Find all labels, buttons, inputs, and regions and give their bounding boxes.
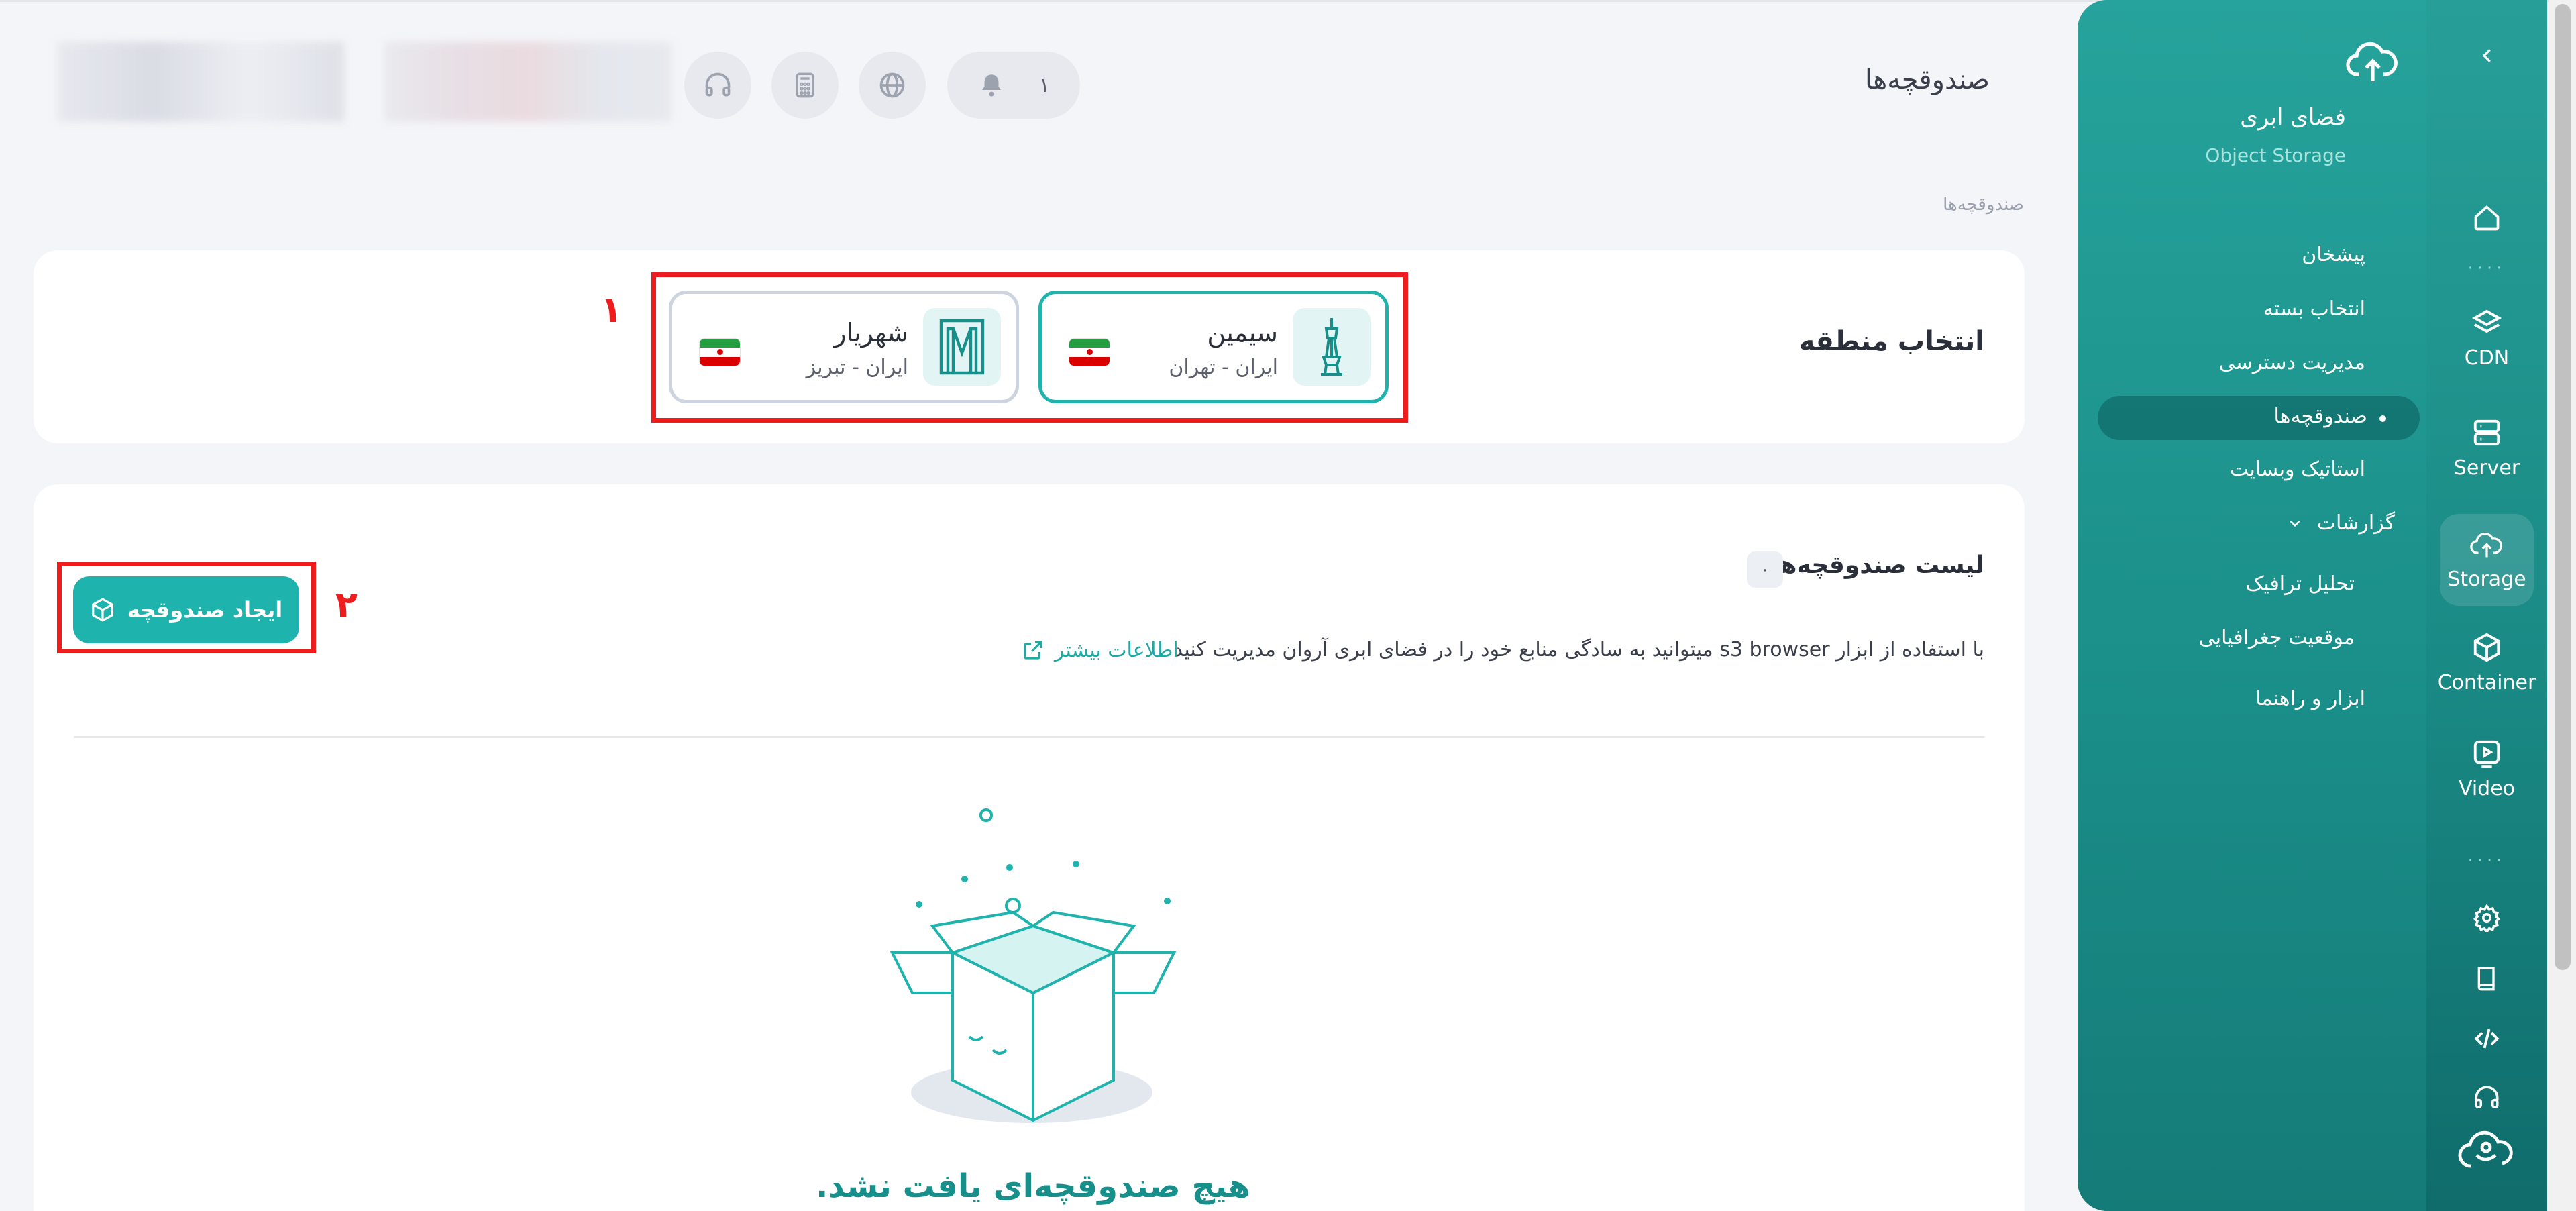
list-divider [74, 736, 1984, 738]
notifications-button[interactable]: ۱ [947, 52, 1080, 119]
container-icon [2473, 633, 2500, 662]
nav-traffic-analysis[interactable]: تحلیل ترافیک [2246, 572, 2355, 596]
rail-separator: ···· [2467, 851, 2506, 871]
nav-buckets-label: صندوقچه‌ها [2273, 405, 2367, 428]
box-icon [91, 598, 113, 622]
support-button[interactable] [684, 52, 751, 119]
annotation-1: ۱ [600, 288, 623, 331]
nav-tools-guide[interactable]: ابزار و راهنما [2255, 687, 2365, 710]
empty-message: هیچ صندوقچه‌ای یافت نشد. [816, 1167, 1250, 1205]
server-icon [2473, 419, 2500, 446]
headset-icon [705, 72, 731, 97]
rail-video-label: Video [2458, 777, 2516, 800]
nav-select-plan[interactable]: انتخاب بسته [2263, 297, 2365, 321]
calculator-button[interactable] [771, 52, 839, 119]
notification-count: ۱ [1038, 73, 1051, 97]
nav-buckets[interactable]: صندوقچه‌ها [2098, 396, 2420, 440]
external-link-icon [1024, 641, 1042, 660]
page-title: صندوقچه‌ها [1864, 64, 1990, 95]
create-bucket-label: ایجاد صندوقچه [127, 597, 283, 623]
nav-geo-location[interactable]: موقعیت جغرافیایی [2199, 626, 2355, 649]
gate-icon [923, 308, 1001, 386]
region-option-simin[interactable]: سیمین ایران - تهران [1038, 291, 1389, 403]
region-name: شهریار [834, 318, 908, 348]
language-button[interactable] [859, 52, 926, 119]
video-icon [2473, 740, 2500, 768]
bucket-description: با استفاده از ابزار s3 browser میتوانید … [1173, 638, 1984, 662]
bell-icon [981, 74, 1001, 97]
calculator-icon [796, 72, 814, 98]
support-icon [2475, 1086, 2499, 1108]
bucket-list-title: لیست صندوقچه‌ها [1771, 551, 1984, 579]
iran-flag-icon [1069, 338, 1110, 366]
arvan-logo[interactable] [2440, 1127, 2534, 1181]
product-title: فضای ابری [2240, 104, 2346, 131]
cloud-upload-icon [2346, 42, 2398, 81]
user-info-blurred [57, 42, 344, 122]
cdn-icon [2471, 309, 2502, 333]
rail-docs[interactable] [2440, 959, 2534, 997]
rail-support[interactable] [2440, 1079, 2534, 1116]
nav-access-management[interactable]: مدیریت دسترسی [2219, 351, 2365, 374]
code-icon [2474, 1029, 2500, 1049]
product-subtitle: Object Storage [2205, 144, 2346, 166]
empty-box-illustration [890, 808, 1177, 1123]
more-info-label: اطلاعات بیشتر [1055, 638, 1179, 662]
rail-server-label: Server [2453, 456, 2520, 480]
rail-container-label: Container [2437, 671, 2536, 694]
nav-dashboard[interactable]: پیشخان [2302, 243, 2365, 266]
rail-settings[interactable] [2440, 899, 2534, 937]
rail-container[interactable]: Container [2437, 625, 2536, 701]
rail-cdn[interactable]: CDN [2440, 302, 2534, 376]
annotation-2: ۲ [335, 584, 358, 626]
nav-static-website[interactable]: استاتیک وبسایت [2230, 458, 2365, 481]
globe-icon [879, 72, 905, 98]
rail-video[interactable]: Video [2440, 731, 2534, 807]
rail-home[interactable] [2440, 188, 2534, 248]
rail-storage-label: Storage [2447, 568, 2526, 591]
rail-api[interactable] [2440, 1020, 2534, 1057]
rail-separator: ···· [2467, 258, 2506, 278]
book-icon [2477, 967, 2495, 991]
iran-flag-icon [699, 338, 741, 366]
breadcrumb[interactable]: صندوقچه‌ها [1943, 195, 2024, 215]
product-panel [2078, 0, 2426, 1211]
region-label: انتخاب منطقه [1799, 326, 1984, 357]
region-option-shahriar[interactable]: شهریار ایران - تبریز [669, 291, 1019, 403]
nav-reports[interactable]: گزارشات [2286, 511, 2395, 535]
scrollbar-thumb[interactable] [2555, 4, 2571, 970]
region-location: ایران - تهران [1169, 356, 1278, 379]
settings-icon [2473, 904, 2500, 932]
account-info-blurred [384, 42, 672, 122]
storage-icon [2470, 533, 2503, 558]
rail-storage[interactable]: Storage [2440, 514, 2534, 606]
milad-tower-icon [1293, 308, 1371, 386]
rail-cdn-label: CDN [2464, 346, 2510, 370]
chevron-left-icon [2482, 49, 2491, 62]
region-name: سیمین [1207, 318, 1278, 348]
create-bucket-button[interactable]: ایجاد صندوقچه [73, 576, 299, 643]
arvan-logo-icon [2458, 1130, 2513, 1168]
rail-server[interactable]: Server [2440, 411, 2534, 486]
home-icon [2474, 205, 2500, 231]
bucket-count-badge: ۰ [1747, 551, 1783, 588]
active-dot [2379, 415, 2386, 422]
more-info-link[interactable]: اطلاعات بیشتر [1021, 638, 1179, 662]
collapse-sidebar-button[interactable] [2469, 37, 2506, 74]
chevron-down-icon [2290, 520, 2300, 527]
nav-reports-label: گزارشات [2316, 511, 2395, 535]
region-location: ایران - تبریز [806, 356, 908, 379]
